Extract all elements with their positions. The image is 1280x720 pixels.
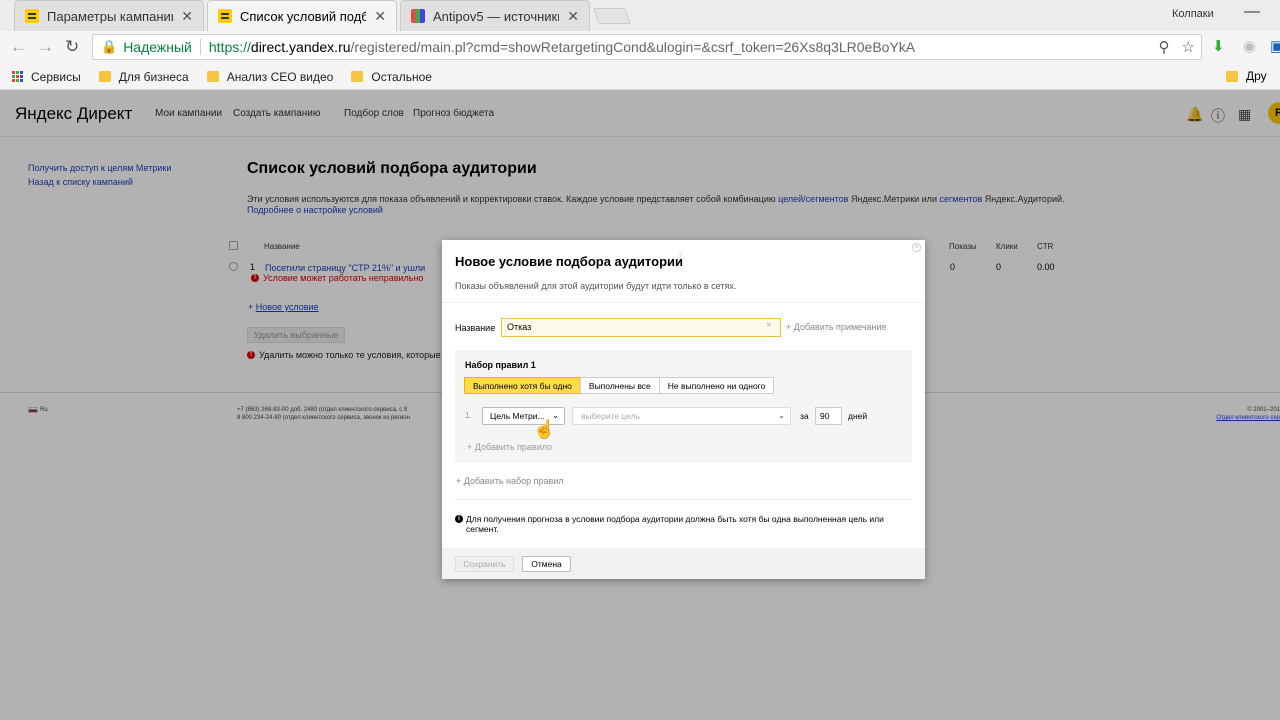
info-icon: i: [455, 515, 463, 523]
chevron-down-icon: ⌄: [778, 411, 785, 420]
forward-arrow-icon[interactable]: →: [37, 37, 54, 57]
add-note-link[interactable]: + Добавить примечание: [786, 322, 887, 332]
cancel-button[interactable]: Отмена: [522, 556, 571, 572]
new-audience-condition-dialog: × Новое условие подбора аудитории ? Пока…: [442, 240, 925, 579]
period-days-input[interactable]: 90: [815, 407, 842, 425]
plus-icon: +: [467, 442, 475, 452]
goal-placeholder: выберите цель: [581, 411, 641, 421]
goal-select[interactable]: выберите цель ⌄: [572, 407, 791, 425]
bookmark-apps[interactable]: Сервисы: [12, 70, 81, 84]
condition-name-input[interactable]: Отказ: [501, 318, 781, 337]
url-path: /registered/main.pl?cmd=showRetargetingC…: [350, 39, 916, 55]
close-icon[interactable]: ×: [912, 243, 921, 252]
bookmark-star-icon[interactable]: ☆: [1182, 38, 1195, 56]
url-host: direct.yandex.ru: [250, 39, 351, 55]
close-icon[interactable]: ✕: [567, 8, 579, 25]
close-icon[interactable]: ✕: [181, 8, 193, 25]
yandex-favicon-icon: [25, 9, 39, 23]
dialog-footer: Сохранить Отмена: [442, 548, 925, 579]
rule-number: 1.: [465, 411, 472, 420]
add-rule-link[interactable]: + Добавить правило: [467, 442, 552, 452]
save-button[interactable]: Сохранить: [455, 556, 514, 572]
download-extension-icon[interactable]: ⬇: [1212, 37, 1225, 55]
mode-none[interactable]: Не выполнено ни одного: [658, 377, 775, 394]
bookmark-label: Сервисы: [31, 69, 81, 84]
ruleset-title: Набор правил 1: [465, 360, 536, 370]
folder-icon: [351, 71, 364, 82]
forecast-info: i Для получения прогноза в условии подбо…: [455, 514, 905, 534]
mode-all[interactable]: Выполнены все: [579, 377, 660, 394]
browser-toolbar: ← → ↻ 🔒 Надежный https://direct.yandex.r…: [0, 31, 1280, 64]
profile-name[interactable]: Колпаки: [1172, 8, 1214, 20]
tab-title: Список условий подбор: [240, 8, 367, 24]
lock-icon: 🔒: [101, 39, 118, 54]
address-bar[interactable]: 🔒 Надежный https://direct.yandex.ru/regi…: [92, 34, 1202, 60]
extension-icon[interactable]: ▣: [1270, 37, 1280, 55]
tab-title: Параметры кампании: [47, 8, 174, 24]
browser-tabstrip: Параметры кампании ✕ Список условий подб…: [0, 0, 1280, 31]
ruleset-mode-switch: Выполнено хотя бы одно Выполнены все Не …: [464, 377, 775, 394]
yandex-favicon-icon: [218, 9, 232, 23]
minimize-button[interactable]: —: [1244, 3, 1260, 21]
tab-title: Antipov5 — источники,: [433, 8, 560, 24]
ruleset-panel: Набор правил 1 Выполнено хотя бы одно Вы…: [455, 350, 912, 463]
folder-icon: [1226, 70, 1238, 82]
url-scheme: https://: [208, 39, 251, 55]
add-ruleset-link[interactable]: + Добавить набор правил: [456, 476, 564, 486]
bookmark-label: Остальное: [371, 69, 432, 84]
zoom-icon[interactable]: ⚲: [1159, 38, 1170, 56]
period-prefix: за: [800, 411, 809, 421]
plus-icon: +: [786, 322, 794, 332]
add-note-label: Добавить примечание: [793, 322, 887, 332]
clear-input-icon[interactable]: ×: [766, 320, 772, 331]
bookmark-folder[interactable]: Для бизнеса: [98, 69, 189, 84]
apps-grid-icon: [12, 71, 23, 82]
add-ruleset-label: Добавить набор правил: [463, 476, 564, 486]
bookmark-label: Дру: [1246, 69, 1267, 83]
new-tab-button[interactable]: [593, 8, 631, 24]
divider: [455, 499, 912, 500]
mode-at-least-one[interactable]: Выполнено хотя бы одно: [464, 377, 581, 394]
bookmark-label: Для бизнеса: [118, 69, 189, 84]
period-suffix: дней: [848, 411, 868, 421]
dialog-title: Новое условие подбора аудитории: [455, 254, 683, 269]
reload-icon[interactable]: ↻: [65, 37, 79, 57]
back-arrow-icon[interactable]: ←: [10, 37, 27, 57]
bookmark-folder[interactable]: Остальное: [351, 70, 432, 84]
folder-icon: [98, 71, 111, 82]
add-rule-label: Добавить правило: [474, 442, 553, 452]
close-icon[interactable]: ✕: [374, 8, 386, 25]
divider: [199, 39, 201, 55]
plus-icon: +: [456, 476, 464, 486]
name-label: Название: [455, 323, 496, 333]
browser-tab[interactable]: Antipov5 — источники, ✕: [400, 0, 590, 31]
chart-favicon-icon: [411, 9, 425, 23]
folder-icon: [206, 71, 219, 82]
browser-tab[interactable]: Параметры кампании ✕: [14, 0, 204, 31]
dialog-subtitle: Показы объявлений для этой аудитории буд…: [455, 281, 737, 291]
bookmark-label: Анализ CEO видео: [226, 69, 334, 84]
bookmark-folder-other[interactable]: Дру: [1226, 69, 1267, 83]
help-icon[interactable]: ?: [678, 252, 682, 261]
bookmarks-bar: Сервисы Для бизнеса Анализ CEO видео Ост…: [0, 64, 1280, 90]
divider: [442, 302, 925, 303]
browser-tab-active[interactable]: Список условий подбор ✕: [207, 0, 397, 31]
forecast-info-text: Для получения прогноза в условии подбора…: [466, 514, 884, 534]
secure-label: Надежный: [123, 39, 192, 55]
extension-icon[interactable]: ◉: [1243, 37, 1256, 55]
hand-cursor-icon: ☝: [533, 419, 556, 439]
bookmark-folder[interactable]: Анализ CEO видео: [206, 69, 334, 84]
